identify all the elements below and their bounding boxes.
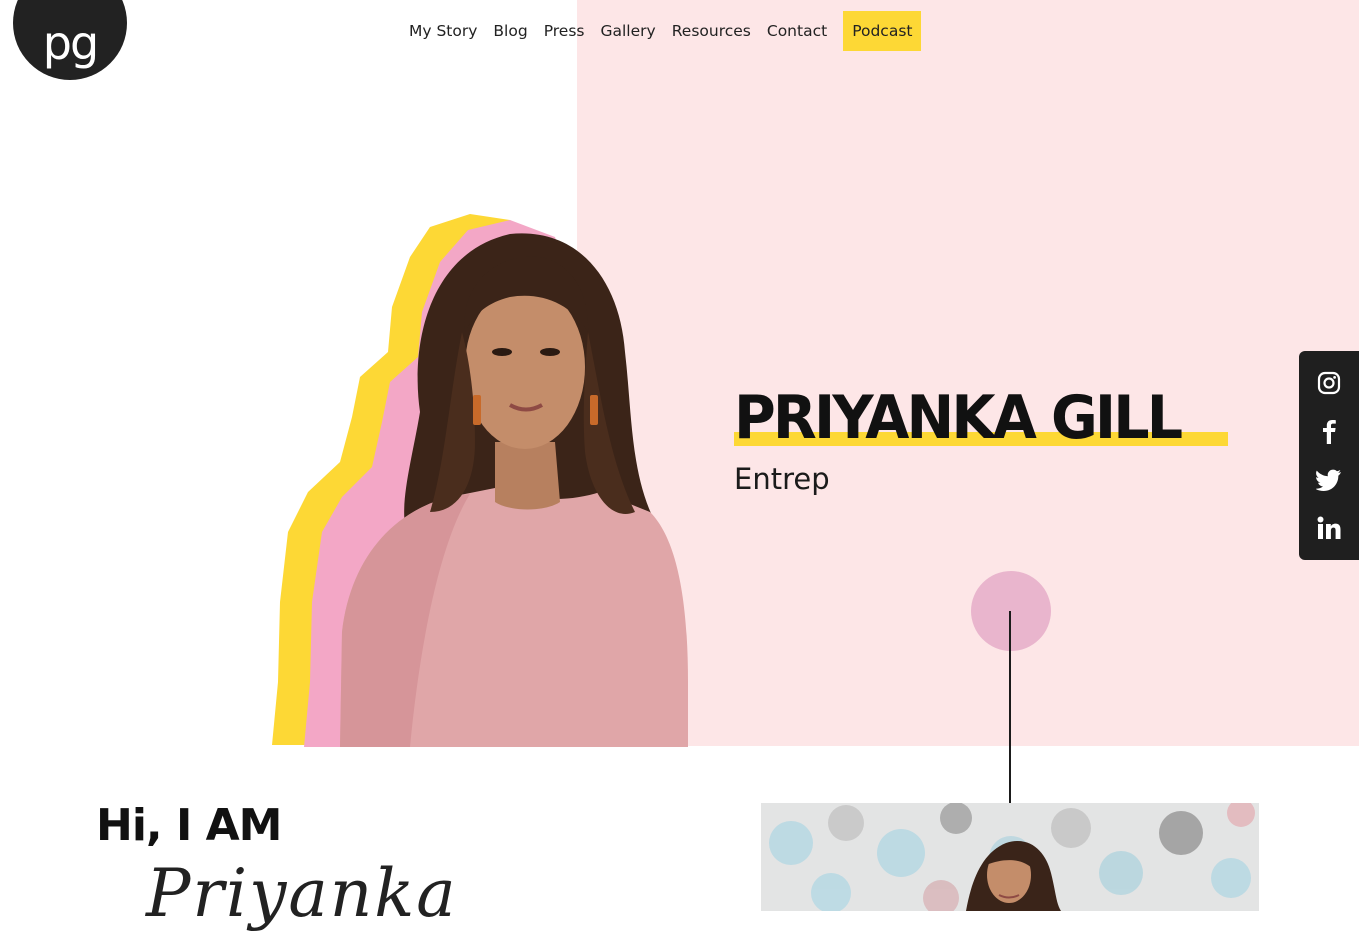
twitter-icon[interactable] [1316, 467, 1342, 493]
instagram-icon[interactable] [1316, 370, 1342, 396]
nav-contact[interactable]: Contact [759, 11, 835, 51]
logo-text: pg [42, 16, 99, 70]
hero-name-block: PRIYANKA GILL [734, 382, 1228, 454]
hero-portrait-image [272, 214, 688, 747]
linkedin-icon[interactable] [1316, 515, 1342, 541]
intro-script-name: Priyanka [146, 855, 458, 932]
hero-name: PRIYANKA GILL [734, 383, 1183, 453]
hero-role-text: Entrep [734, 462, 830, 496]
main-navigation: My Story Blog Press Gallery Resources Co… [401, 11, 922, 51]
hero-background-panel [577, 0, 1359, 746]
nav-press[interactable]: Press [536, 11, 593, 51]
nav-gallery[interactable]: Gallery [592, 11, 663, 51]
nav-resources[interactable]: Resources [664, 11, 759, 51]
site-logo[interactable]: pg [13, 0, 127, 80]
social-sidebar [1299, 351, 1359, 560]
facebook-icon[interactable] [1316, 418, 1342, 445]
intro-heading: Hi, I AM [96, 800, 282, 851]
face-shape [465, 285, 585, 449]
nav-podcast-button[interactable]: Podcast [843, 11, 922, 51]
about-photo-image [761, 803, 1259, 911]
nav-blog[interactable]: Blog [485, 11, 535, 51]
decorative-connector-line [1009, 611, 1011, 833]
nav-my-story[interactable]: My Story [401, 11, 485, 51]
decorative-circle [971, 571, 1051, 651]
